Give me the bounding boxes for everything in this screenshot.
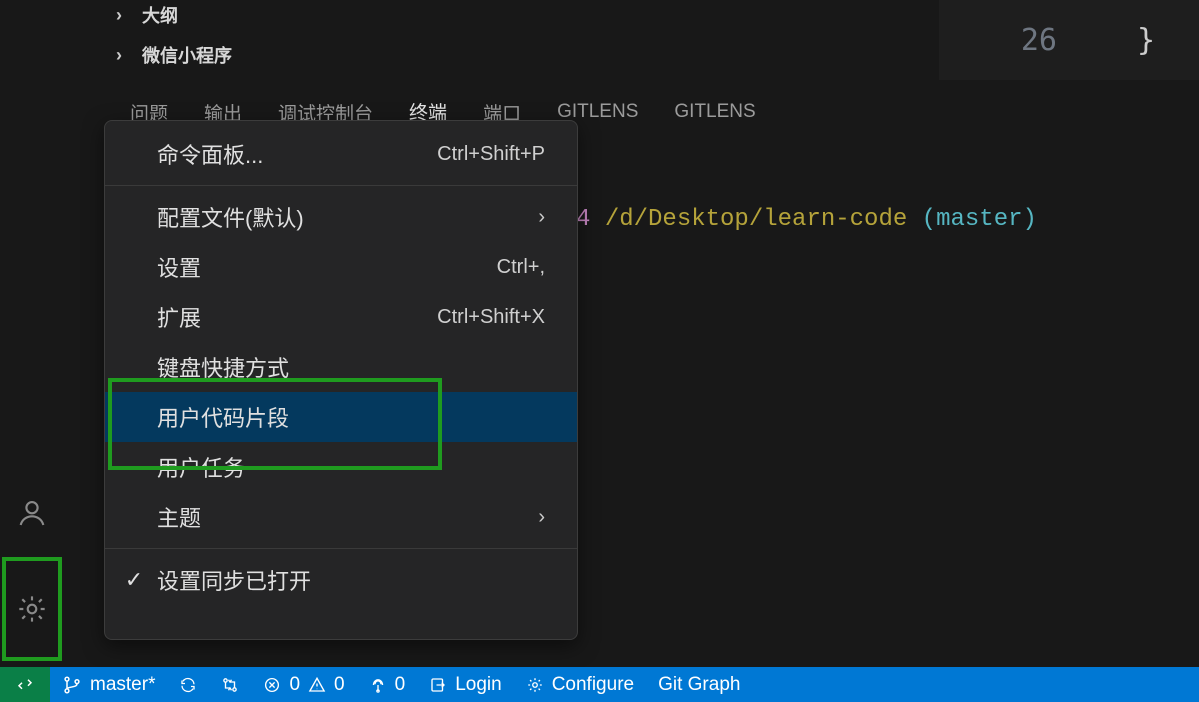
term-branch: master (936, 206, 1022, 233)
status-login-label: Login (455, 674, 502, 696)
status-git-graph[interactable]: Git Graph (646, 667, 752, 702)
editor-fragment: 26 } (939, 0, 1199, 80)
menu-settings[interactable]: 设置 Ctrl+, (105, 242, 577, 292)
menu-label: 设置同步已打开 (157, 564, 311, 596)
check-icon: ✓ (123, 567, 145, 593)
line-number: 26 (1021, 23, 1057, 58)
status-errors-count: 0 (289, 674, 300, 696)
status-login[interactable]: Login (417, 667, 514, 702)
menu-shortcut: Ctrl+, (497, 256, 545, 279)
status-ports-count: 0 (395, 674, 406, 696)
accounts-icon[interactable] (16, 497, 48, 529)
status-configure[interactable]: Configure (514, 667, 646, 702)
manage-context-menu: 命令面板... Ctrl+Shift+P 配置文件(默认) › 设置 Ctrl+… (104, 120, 578, 640)
chevron-right-icon: › (538, 506, 545, 529)
status-bar: master* 0 0 0 Login Configure Git Grap (0, 667, 1199, 702)
menu-separator (105, 185, 577, 186)
menu-themes[interactable]: 主题 › (105, 492, 577, 542)
menu-label: 主题 (157, 501, 201, 533)
menu-separator (105, 548, 577, 549)
status-git-compare[interactable] (209, 667, 251, 702)
menu-label: 用户代码片段 (157, 401, 289, 433)
term-seg: 4 (576, 206, 605, 233)
status-problems[interactable]: 0 0 (251, 667, 356, 702)
menu-label: 用户任务 (157, 451, 245, 483)
menu-user-snippets[interactable]: 用户代码片段 (105, 392, 577, 442)
status-git-graph-label: Git Graph (658, 674, 740, 696)
menu-label: 配置文件(默认) (157, 201, 304, 233)
menu-label: 扩展 (157, 301, 201, 333)
term-seg: ( (907, 206, 936, 233)
term-path: /d/Desktop/learn-code (605, 206, 907, 233)
remote-indicator[interactable] (0, 667, 50, 702)
activity-bar (0, 0, 64, 667)
status-ports[interactable]: 0 (357, 667, 418, 702)
menu-shortcut: Ctrl+Shift+P (437, 143, 545, 166)
chevron-right-icon: › (116, 5, 130, 26)
manage-gear-icon[interactable] (16, 593, 48, 625)
menu-label: 键盘快捷方式 (157, 351, 289, 383)
section-label: 大纲 (142, 2, 178, 28)
menu-extensions[interactable]: 扩展 Ctrl+Shift+X (105, 292, 577, 342)
chevron-right-icon: › (538, 206, 545, 229)
terminal-prompt[interactable]: 4 /d/Desktop/learn-code (master) (576, 206, 1037, 233)
chevron-right-icon: › (116, 45, 130, 66)
status-sync[interactable] (167, 667, 209, 702)
term-seg: ) (1023, 206, 1037, 233)
status-warnings-count: 0 (334, 674, 345, 696)
status-branch[interactable]: master* (50, 667, 167, 702)
menu-label: 命令面板... (157, 138, 263, 170)
status-configure-label: Configure (552, 674, 634, 696)
status-branch-name: master* (90, 674, 155, 696)
menu-keyboard-shortcuts[interactable]: 键盘快捷方式 (105, 342, 577, 392)
menu-settings-sync[interactable]: ✓ 设置同步已打开 (105, 555, 577, 605)
menu-label: 设置 (157, 251, 201, 283)
menu-user-tasks[interactable]: 用户任务 (105, 442, 577, 492)
section-label: 微信小程序 (142, 42, 232, 68)
menu-profiles[interactable]: 配置文件(默认) › (105, 192, 577, 242)
manage-gear-highlight (2, 557, 62, 661)
tab-gitlens-2[interactable]: GITLENS (672, 97, 757, 133)
brace: } (1137, 23, 1155, 58)
menu-command-palette[interactable]: 命令面板... Ctrl+Shift+P (105, 129, 577, 179)
menu-shortcut: Ctrl+Shift+X (437, 306, 545, 329)
